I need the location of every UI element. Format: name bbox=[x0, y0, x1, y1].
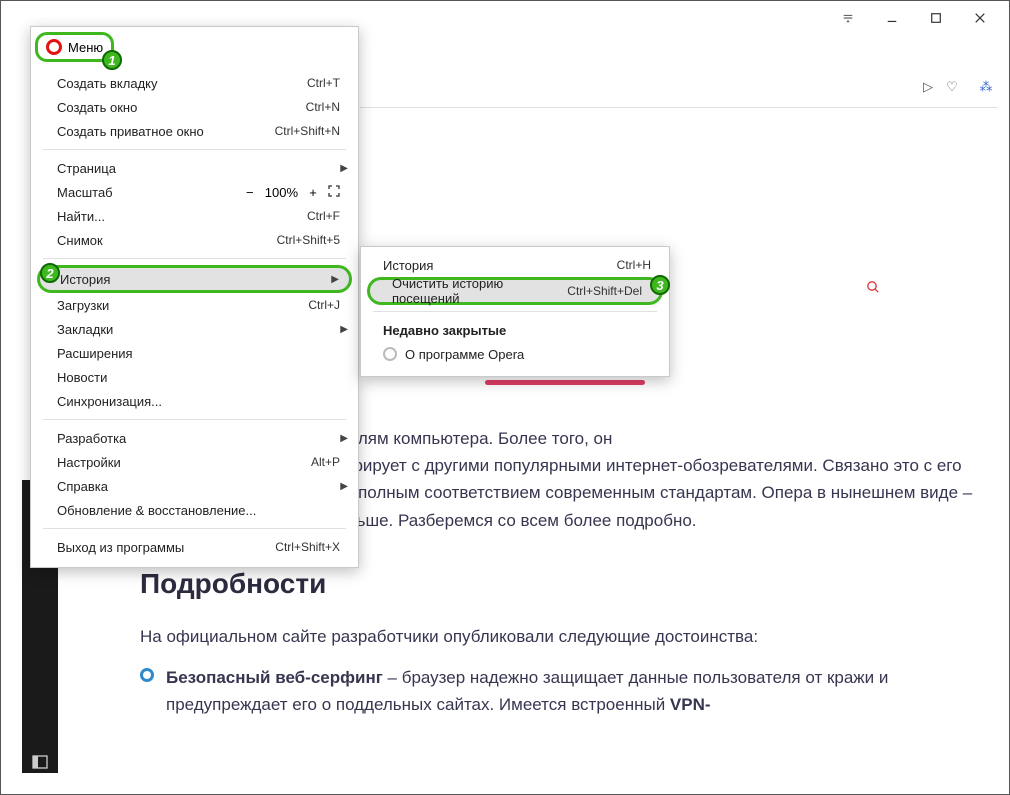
menu-item-help[interactable]: Справка▶ bbox=[31, 474, 358, 498]
menu-item-update[interactable]: Обновление & восстановление... bbox=[31, 498, 358, 522]
submenu-item-history[interactable]: ИсторияCtrl+H bbox=[361, 253, 669, 277]
menu-item-new-window[interactable]: Создать окноCtrl+N bbox=[31, 95, 358, 119]
maximize-button[interactable] bbox=[914, 2, 958, 34]
bullet-dot-icon bbox=[140, 668, 154, 682]
submenu-item-recent: Недавно закрытые bbox=[361, 318, 669, 342]
submenu-item-about[interactable]: О программе Opera bbox=[361, 342, 669, 366]
chevron-right-icon: ▶ bbox=[331, 274, 339, 285]
close-button[interactable] bbox=[958, 2, 1002, 34]
annotation-badge-1: 1 bbox=[102, 50, 122, 70]
menu-item-extensions[interactable]: Расширения bbox=[31, 341, 358, 365]
chevron-right-icon: ▶ bbox=[340, 433, 348, 444]
menu-item-downloads[interactable]: ЗагрузкиCtrl+J bbox=[31, 293, 358, 317]
menu-button-label: Меню bbox=[68, 40, 103, 55]
send-icon[interactable]: ▷ bbox=[916, 79, 940, 95]
fullscreen-icon[interactable] bbox=[328, 185, 340, 200]
menu-item-developer[interactable]: Разработка▶ bbox=[31, 426, 358, 450]
menu-item-new-private[interactable]: Создать приватное окноCtrl+Shift+N bbox=[31, 119, 358, 143]
bullet-tail: VPN- bbox=[670, 695, 711, 714]
menu-item-sync[interactable]: Синхронизация... bbox=[31, 389, 358, 413]
chevron-right-icon: ▶ bbox=[340, 481, 348, 492]
menu-item-settings[interactable]: НастройкиAlt+P bbox=[31, 450, 358, 474]
chevron-right-icon: ▶ bbox=[340, 163, 348, 174]
annotation-badge-3: 3 bbox=[650, 275, 670, 295]
zoom-value: 100% bbox=[265, 185, 298, 200]
url-bar: ▷ ♡ ⁂ bbox=[360, 72, 998, 108]
search-icon[interactable] bbox=[866, 280, 880, 297]
menu-item-exit[interactable]: Выход из программыCtrl+Shift+X bbox=[31, 535, 358, 559]
chevron-right-icon: ▶ bbox=[340, 324, 348, 335]
bullet-bold: Безопасный веб-серфинг bbox=[166, 668, 383, 687]
zoom-out-button[interactable]: − bbox=[243, 185, 257, 200]
translate-icon[interactable]: ⁂ bbox=[974, 79, 998, 95]
menu-item-snapshot[interactable]: СнимокCtrl+Shift+5 bbox=[31, 228, 358, 252]
menu-item-zoom[interactable]: Масштаб − 100% + bbox=[31, 180, 358, 204]
menu-item-history[interactable]: История▶ bbox=[37, 265, 352, 293]
submenu-item-clear[interactable]: Очистить историю посещенийCtrl+Shift+Del bbox=[367, 277, 663, 305]
history-submenu: ИсторияCtrl+H Очистить историю посещений… bbox=[360, 246, 670, 377]
menu-item-find[interactable]: Найти...Ctrl+F bbox=[31, 204, 358, 228]
menu-item-bookmarks[interactable]: Закладки▶ bbox=[31, 317, 358, 341]
main-menu: Создать вкладкуCtrl+T Создать окноCtrl+N… bbox=[30, 26, 359, 568]
opera-small-icon bbox=[383, 347, 397, 361]
annotation-badge-2: 2 bbox=[40, 263, 60, 283]
menu-item-news[interactable]: Новости bbox=[31, 365, 358, 389]
zoom-in-button[interactable]: + bbox=[306, 185, 320, 200]
bullet-item: Безопасный веб-серфинг – браузер надежно… bbox=[140, 664, 990, 718]
menu-item-new-tab[interactable]: Создать вкладкуCtrl+T bbox=[31, 71, 358, 95]
page-para-2: На официальном сайте разработчики опубли… bbox=[140, 623, 990, 650]
opera-logo-icon bbox=[46, 39, 62, 55]
minimize-button[interactable] bbox=[870, 2, 914, 34]
sidebar-toggle-icon[interactable] bbox=[826, 2, 870, 34]
menu-item-page[interactable]: Страница▶ bbox=[31, 156, 358, 180]
page-h2: Подробности bbox=[140, 562, 990, 607]
title-underline bbox=[485, 380, 645, 385]
heart-icon[interactable]: ♡ bbox=[940, 79, 964, 95]
panel-icon[interactable] bbox=[32, 754, 48, 773]
